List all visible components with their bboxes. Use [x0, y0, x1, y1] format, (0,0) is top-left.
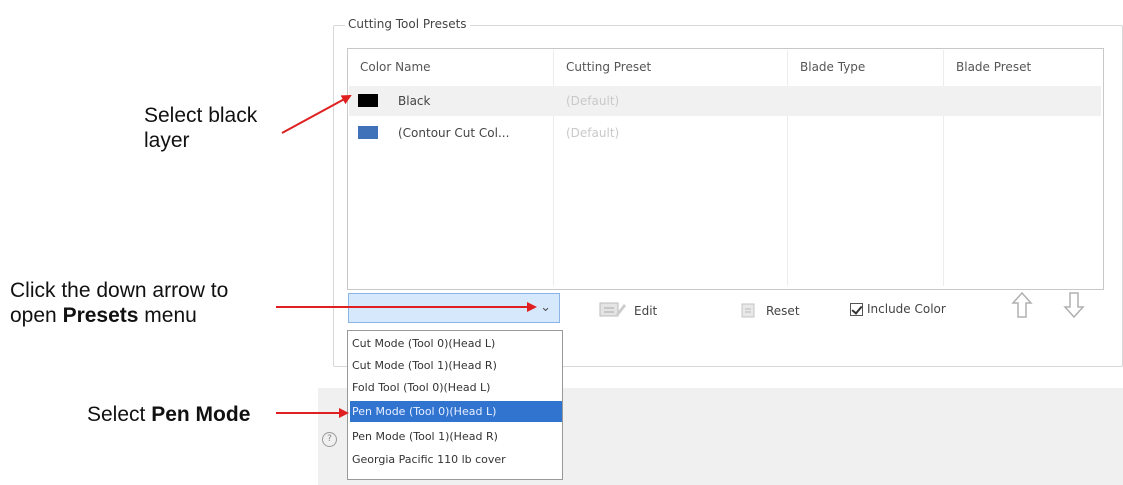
annotation-arrows: [276, 95, 537, 418]
arrow-to-black-layer: [281, 95, 352, 134]
